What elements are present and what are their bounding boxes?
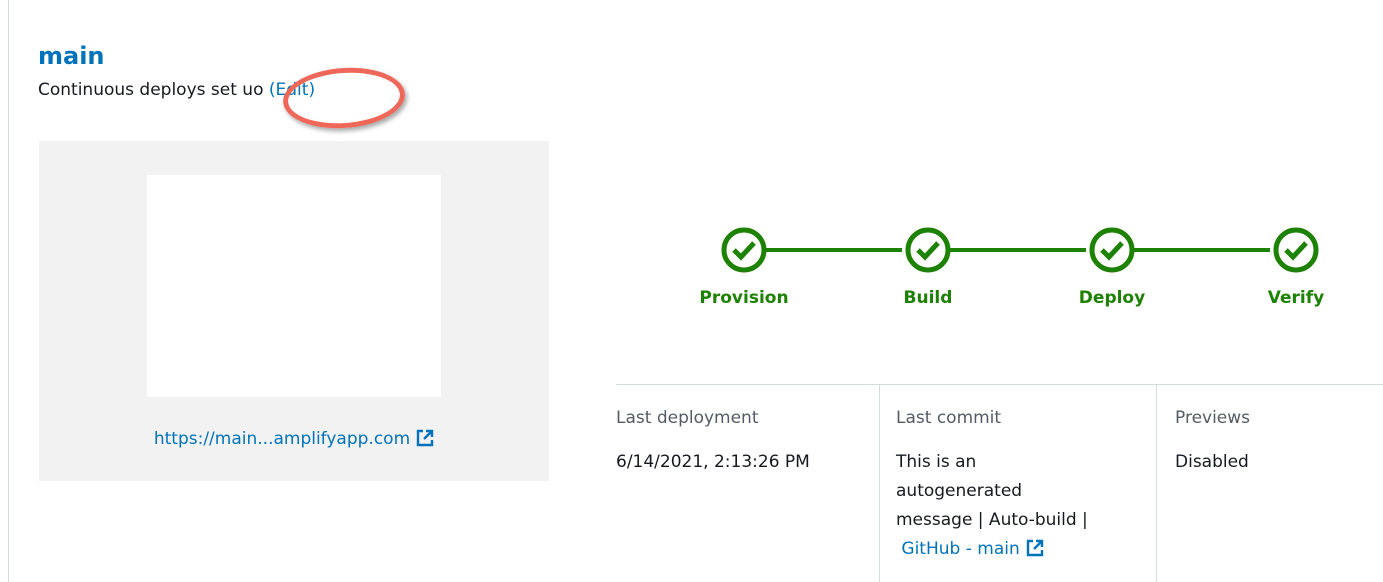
column-divider xyxy=(1156,384,1157,582)
highlight-annotation xyxy=(281,63,407,133)
left-divider xyxy=(8,0,9,582)
preview-url-link[interactable]: https://main...amplifyapp.com xyxy=(39,429,549,452)
details-divider xyxy=(616,384,1383,385)
pipeline-graphic xyxy=(721,227,1319,273)
previews-heading: Previews xyxy=(1175,408,1251,428)
branch-title[interactable]: main xyxy=(38,42,105,70)
check-circle-icon xyxy=(905,227,951,273)
last-deployment-value: 6/14/2021, 2:13:26 PM xyxy=(616,452,810,472)
last-commit-heading: Last commit xyxy=(896,408,1002,428)
subtitle-partial: o xyxy=(253,80,264,100)
deploy-pipeline: Provision Build Deploy Verify xyxy=(690,220,1350,320)
preview-panel: https://main...amplifyapp.com xyxy=(39,141,549,481)
external-link-icon[interactable] xyxy=(416,429,434,452)
step-label-build: Build xyxy=(903,288,953,308)
commit-message-line: autogenerated xyxy=(896,481,1023,501)
check-circle-icon xyxy=(1089,227,1135,273)
column-divider xyxy=(879,384,880,582)
github-branch-link[interactable]: GitHub - main xyxy=(896,535,1146,567)
check-circle-icon xyxy=(721,227,767,273)
preview-url-text[interactable]: https://main...amplifyapp.com xyxy=(154,429,410,449)
subtitle-text: Continuous deploys set u xyxy=(38,80,254,100)
last-commit-value: This is an autogenerated message | Auto-… xyxy=(896,448,1146,567)
step-label-verify: Verify xyxy=(1267,288,1325,308)
last-deployment-heading: Last deployment xyxy=(616,408,759,428)
external-link-icon[interactable] xyxy=(1026,538,1044,567)
step-label-deploy: Deploy xyxy=(1078,288,1146,308)
previews-value: Disabled xyxy=(1175,452,1249,472)
commit-message-line: message | Auto-build | xyxy=(896,510,1088,530)
check-circle-icon xyxy=(1273,227,1319,273)
preview-thumbnail[interactable] xyxy=(147,175,441,397)
github-branch-link-text[interactable]: GitHub - main xyxy=(901,539,1019,559)
commit-message-line: This is an xyxy=(896,452,977,472)
step-label-provision: Provision xyxy=(699,288,789,308)
branch-subtitle: Continuous deploys set uo (Edit) xyxy=(38,80,315,100)
